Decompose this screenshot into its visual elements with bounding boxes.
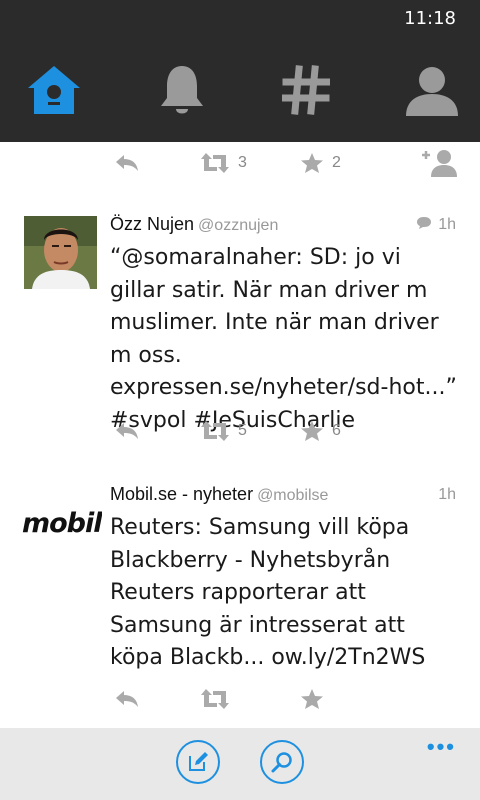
status-bar: 11:18 xyxy=(0,0,480,40)
add-user-icon xyxy=(422,150,457,177)
favorite-count: 6 xyxy=(332,422,341,439)
retweet-icon xyxy=(201,421,229,441)
profile-tab[interactable] xyxy=(400,58,464,122)
display-name[interactable]: Özz Nujen xyxy=(110,214,194,234)
discover-tab[interactable] xyxy=(274,58,338,122)
tweet-text: “@somaralnaher: SD: jo vi gillar satir. … xyxy=(110,245,457,433)
timeline-feed[interactable]: 3 2 Özz Nujen @ozznujen 1h “@somaralnahe… xyxy=(0,142,480,728)
retweet-icon xyxy=(201,153,229,173)
retweet-count: 5 xyxy=(238,422,247,439)
follow-button[interactable] xyxy=(422,148,458,178)
bell-icon xyxy=(161,66,203,114)
tweet-actions xyxy=(110,684,480,714)
tweet-card[interactable]: Özz Nujen @ozznujen 1h “@somaralnaher: SD… xyxy=(0,214,480,454)
person-icon xyxy=(406,67,458,116)
favorite-button[interactable]: 6 xyxy=(300,416,341,446)
avatar-logo-text: mobil xyxy=(22,508,102,539)
user-handle[interactable]: @ozznujen xyxy=(198,217,278,234)
favorite-button[interactable]: 2 xyxy=(300,148,341,178)
hashtag-icon xyxy=(282,65,330,115)
conversation-icon xyxy=(417,217,432,229)
star-icon xyxy=(301,153,323,173)
favorite-button[interactable] xyxy=(300,684,324,714)
star-icon xyxy=(301,689,323,709)
clock: 11:18 xyxy=(404,8,456,29)
notifications-tab[interactable] xyxy=(150,58,214,122)
tweet-header: Özz Nujen @ozznujen 1h xyxy=(110,214,456,240)
avatar[interactable] xyxy=(24,216,97,289)
search-icon xyxy=(271,752,292,773)
more-options-button[interactable]: ••• xyxy=(427,734,456,760)
retweet-icon xyxy=(201,689,229,709)
user-photo xyxy=(24,216,97,289)
compose-button[interactable] xyxy=(176,740,220,784)
tweet-text: Reuters: Samsung vill köpa Blackberry - … xyxy=(110,515,426,670)
retweet-button[interactable]: 3 xyxy=(200,148,247,178)
favorite-count: 2 xyxy=(332,154,341,171)
tweet-time: 1h xyxy=(438,486,456,503)
tweet-time-label: 1h xyxy=(438,216,456,233)
reply-icon xyxy=(116,423,138,439)
search-button[interactable] xyxy=(260,740,304,784)
app-bar: ••• xyxy=(0,728,480,800)
compose-icon xyxy=(189,752,208,771)
user-handle[interactable]: @mobilse xyxy=(257,487,328,504)
reply-button[interactable] xyxy=(114,148,140,178)
reply-icon xyxy=(116,691,138,707)
tweet-actions: 5 6 xyxy=(110,416,480,446)
star-icon xyxy=(301,421,323,441)
retweet-count: 3 xyxy=(238,154,247,171)
reply-button[interactable] xyxy=(114,684,140,714)
reply-icon xyxy=(116,155,138,171)
tweet-time: 1h xyxy=(416,216,456,234)
tweet-header: Mobil.se - nyheter @mobilse 1h xyxy=(110,484,456,510)
home-tab[interactable] xyxy=(22,58,86,122)
retweet-button[interactable] xyxy=(200,684,230,714)
reply-button[interactable] xyxy=(114,416,140,446)
display-name[interactable]: Mobil.se - nyheter xyxy=(110,484,253,504)
avatar[interactable]: mobil xyxy=(22,504,102,544)
top-navigation xyxy=(0,40,480,142)
home-icon xyxy=(28,66,80,114)
tweet-actions: 3 2 xyxy=(110,148,480,178)
retweet-button[interactable]: 5 xyxy=(200,416,247,446)
tweet-card[interactable]: mobil Mobil.se - nyheter @mobilse 1h Reut… xyxy=(0,484,480,724)
